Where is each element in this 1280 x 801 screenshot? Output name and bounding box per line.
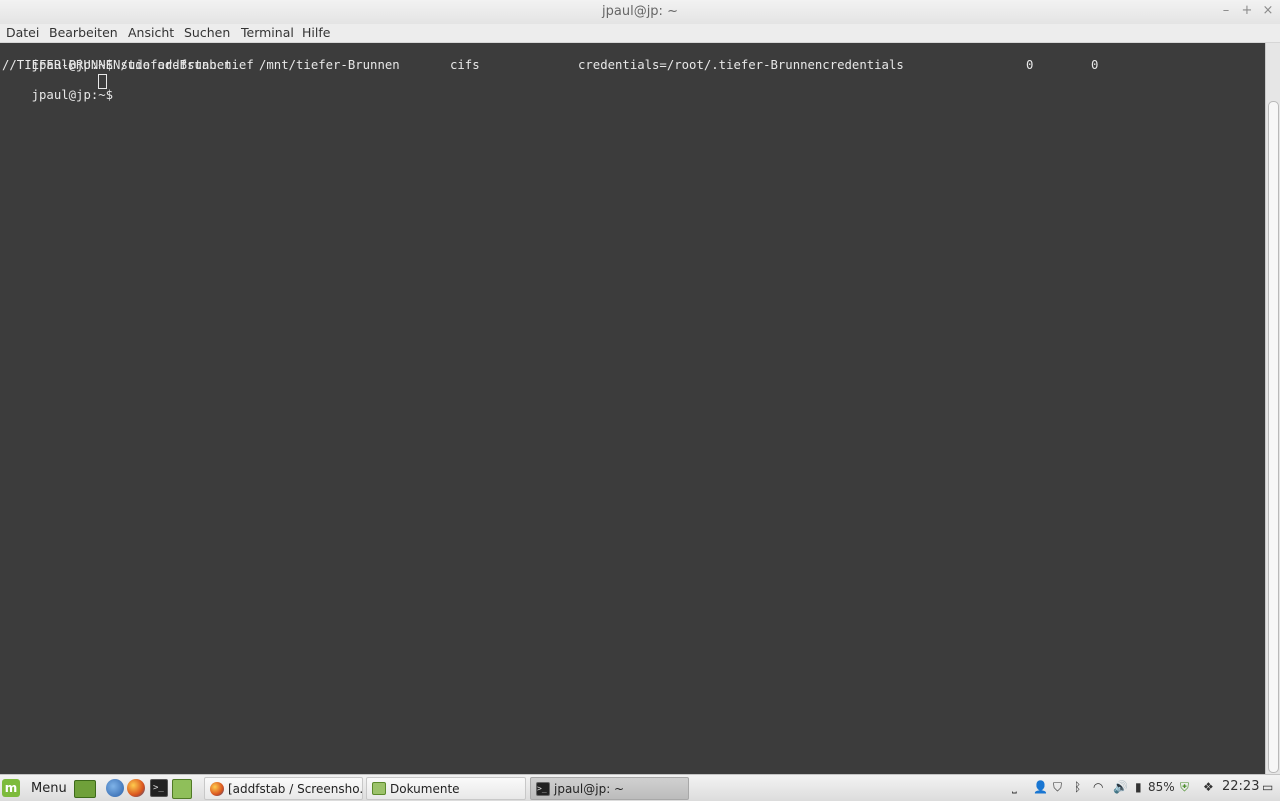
terminal-icon: >_ [536, 781, 550, 796]
start-menu-label: Menu [31, 780, 67, 796]
task-terminal[interactable]: >_ jpaul@jp: ~ [530, 777, 689, 800]
task-label: [addfstab / Screensho... [228, 781, 363, 796]
task-label: jpaul@jp: ~ [554, 781, 625, 796]
scrollbar-thumb[interactable] [1268, 101, 1279, 773]
terminal-line: jpaul@jp:~$ sudo addfstab tief [2, 43, 254, 72]
terminal-area[interactable]: jpaul@jp:~$ sudo addfstab tief //TIEFER-… [0, 43, 1265, 774]
fstab-options: credentials=/root/.tiefer-Brunnencredent… [578, 58, 904, 72]
maximize-icon[interactable]: + [1239, 3, 1255, 18]
menu-bar: Datei Bearbeiten Ansicht Suchen Terminal… [0, 24, 1280, 43]
close-icon[interactable]: × [1260, 3, 1276, 18]
linux-mint-icon: m [2, 779, 20, 797]
start-menu-button[interactable]: m Menu [2, 778, 67, 798]
fstab-device: //TIEFER-BRUNNEN/tiefer-Brunnen [2, 58, 232, 72]
task-firefox[interactable]: [addfstab / Screensho... [204, 777, 363, 800]
files-icon[interactable] [172, 779, 192, 799]
show-desktop-icon[interactable] [74, 780, 96, 798]
firefox-icon[interactable] [127, 779, 145, 797]
window-titlebar[interactable]: jpaul@jp: ~ – + × [0, 0, 1280, 25]
show-desktop-tray-icon[interactable]: ▭ [1262, 780, 1273, 796]
terminal-prompt: jpaul@jp:~$ [31, 88, 121, 102]
update-manager-icon[interactable]: ⛉ [1053, 780, 1062, 796]
fstab-dump: 0 [1026, 58, 1034, 72]
menu-ansicht[interactable]: Ansicht [128, 24, 174, 41]
menu-datei[interactable]: Datei [6, 24, 39, 41]
task-dokumente[interactable]: Dokumente [366, 777, 526, 800]
fstab-pass: 0 [1091, 58, 1099, 72]
menu-suchen[interactable]: Suchen [184, 24, 230, 41]
battery-icon[interactable]: ▮ [1135, 780, 1142, 796]
wifi-icon[interactable]: ◠ [1093, 780, 1103, 796]
minimize-icon[interactable]: – [1218, 3, 1234, 18]
taskbar: m Menu >_ [addfstab / Screensho... Dokum… [0, 774, 1280, 801]
terminal-icon[interactable]: >_ [150, 779, 168, 797]
clock[interactable]: 22:23 [1222, 779, 1259, 795]
terminal-cursor [98, 74, 107, 89]
menu-hilfe[interactable]: Hilfe [302, 24, 330, 41]
terminal-output-line: //TIEFER-BRUNNEN/tiefer-Brunnen /mnt/tie… [2, 58, 1202, 73]
menu-terminal[interactable]: Terminal [241, 24, 294, 41]
battery-percent: 85% [1148, 780, 1175, 794]
volume-icon[interactable]: 🔊 [1113, 780, 1128, 796]
menu-bearbeiten[interactable]: Bearbeiten [49, 24, 118, 41]
bluetooth-icon[interactable]: ᛒ [1074, 780, 1081, 796]
firefox-icon [210, 781, 224, 796]
window-title: jpaul@jp: ~ [602, 4, 678, 19]
shield-icon[interactable]: ⛨ [1180, 780, 1189, 796]
task-label: Dokumente [390, 781, 460, 796]
keyboard-icon[interactable]: ⎵ [1012, 780, 1017, 796]
fstab-fstype: cifs [450, 58, 480, 72]
terminal-scrollbar[interactable] [1265, 43, 1280, 774]
dropbox-icon[interactable]: ❖ [1203, 780, 1214, 796]
folder-icon [372, 782, 386, 795]
user-icon[interactable]: 👤 [1033, 780, 1048, 796]
thunderbird-icon[interactable] [106, 779, 124, 797]
fstab-mountpoint: /mnt/tiefer-Brunnen [259, 58, 400, 72]
